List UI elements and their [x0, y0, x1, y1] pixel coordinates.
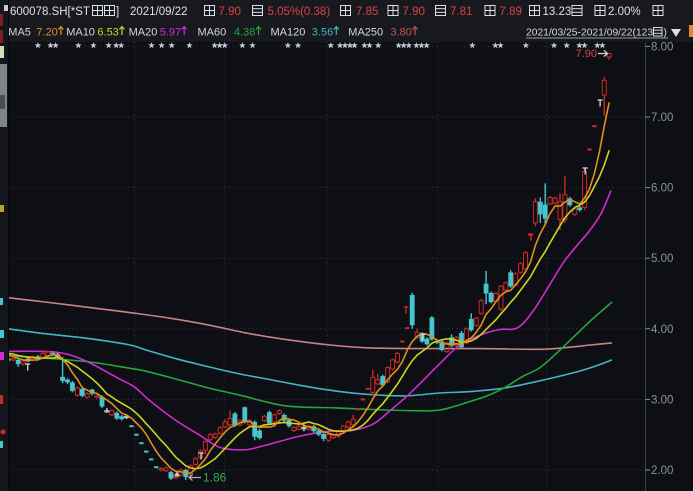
svg-text:7.81: 7.81 — [450, 6, 472, 18]
svg-text:7.89: 7.89 — [500, 6, 522, 18]
svg-text:MA5: MA5 — [8, 27, 31, 39]
svg-text:MA250: MA250 — [348, 27, 383, 39]
svg-text:5.00: 5.00 — [651, 253, 673, 265]
svg-text:MA20: MA20 — [129, 27, 158, 39]
svg-text:3.80: 3.80 — [391, 27, 412, 39]
svg-text:4.38: 4.38 — [234, 27, 255, 39]
svg-text:7.00: 7.00 — [651, 112, 673, 124]
svg-text:MA120: MA120 — [271, 27, 306, 39]
svg-text:4.00: 4.00 — [651, 324, 673, 336]
svg-text:5.05%(0.38): 5.05%(0.38) — [268, 6, 331, 18]
svg-text:MA10: MA10 — [66, 27, 95, 39]
svg-text:7.20: 7.20 — [36, 27, 57, 39]
svg-text:MA60: MA60 — [198, 27, 227, 39]
svg-text:2.00: 2.00 — [651, 465, 673, 477]
svg-text:8.00: 8.00 — [651, 41, 673, 53]
svg-text:6.53: 6.53 — [97, 27, 118, 39]
svg-text:7.90: 7.90 — [403, 6, 425, 18]
svg-text:5.97: 5.97 — [160, 27, 181, 39]
svg-text:13.23: 13.23 — [543, 6, 572, 18]
svg-text:7.90: 7.90 — [219, 6, 241, 18]
svg-text:1.86: 1.86 — [203, 471, 227, 485]
svg-text:2021/09/22: 2021/09/22 — [130, 6, 188, 18]
svg-text:6.00: 6.00 — [651, 183, 673, 195]
svg-text:7.90: 7.90 — [576, 48, 597, 60]
svg-text:3.00: 3.00 — [651, 394, 673, 406]
svg-text:3.56: 3.56 — [312, 27, 333, 39]
svg-text:]: ] — [116, 6, 119, 18]
svg-text:7.85: 7.85 — [356, 6, 378, 18]
svg-text:2021/03/25-2021/09/22(123: 2021/03/25-2021/09/22(123 — [526, 28, 653, 39]
svg-text:2.00%: 2.00% — [608, 6, 641, 18]
svg-text:600078.SH[*ST: 600078.SH[*ST — [10, 6, 90, 18]
svg-text:): ) — [664, 28, 667, 39]
